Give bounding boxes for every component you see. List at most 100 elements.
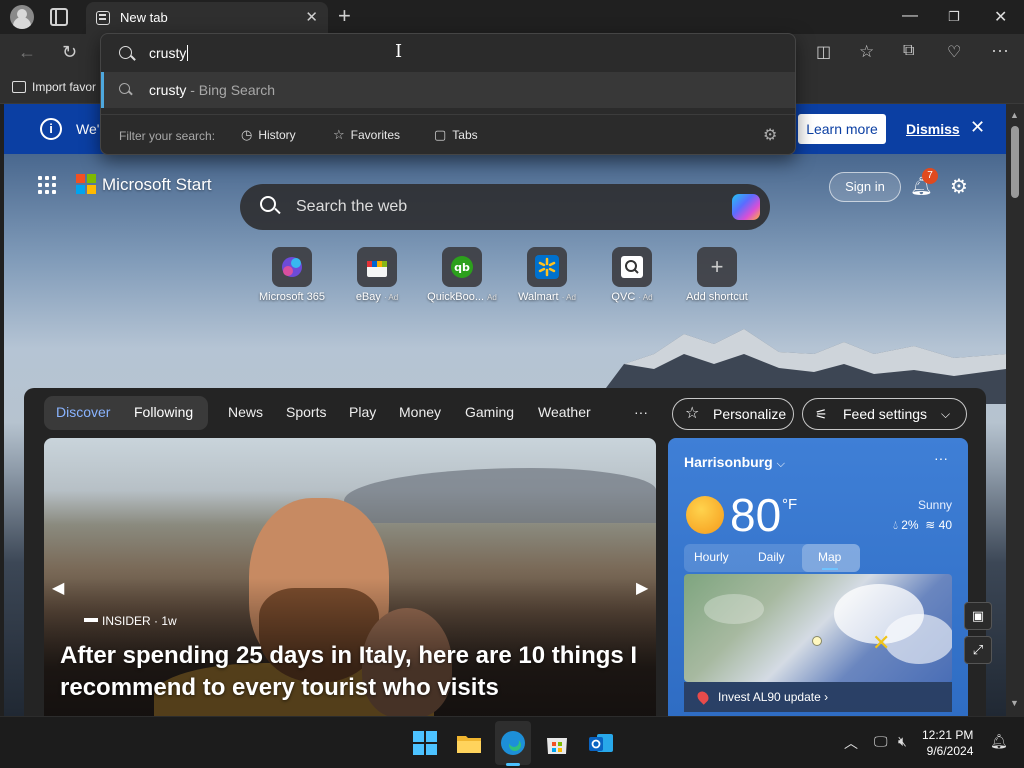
shortcut-qvc[interactable]: QVC · Ad <box>592 247 672 303</box>
article-title[interactable]: After spending 25 days in Italy, here ar… <box>60 640 640 704</box>
sign-in-button[interactable]: Sign in <box>829 172 901 202</box>
weather-location[interactable]: Harrisonburg ⌵ <box>684 454 785 471</box>
show-hidden-icons-chevron-icon[interactable]: ︿ <box>844 733 858 753</box>
chevron-right-icon: › <box>824 690 829 704</box>
web-search-box[interactable]: Search the web <box>240 184 770 230</box>
nav-money[interactable]: Money <box>399 404 441 420</box>
split-screen-icon[interactable]: ◫ <box>816 42 831 62</box>
tab-map[interactable]: Map <box>818 550 841 564</box>
page-settings-gear-icon[interactable]: ⚙ <box>950 174 968 199</box>
filter-tabs-label: Tabs <box>452 128 478 142</box>
import-favorites-label: Import favor <box>32 80 97 94</box>
shortcut-quickbooks[interactable]: qb QuickBoo... Ad <box>422 247 502 303</box>
tab-daily[interactable]: Daily <box>758 550 785 564</box>
shortcut-label: Add shortcut <box>686 291 748 303</box>
hero-article-card[interactable]: ◀ ▶ INSIDER · 1w After spending 25 days … <box>44 438 656 716</box>
close-icon[interactable]: ✕ <box>970 117 985 138</box>
shortcut-microsoft-365[interactable]: Microsoft 365 <box>252 247 332 303</box>
weather-radar-map[interactable]: ✕ <box>684 574 952 682</box>
import-icon <box>12 81 26 93</box>
notification-center-bell-icon[interactable]: 🔔︎ <box>990 733 1008 750</box>
scroll-up-icon[interactable]: ▲ <box>1010 110 1019 120</box>
new-tab-page: i We' Learn more Dismiss ✕ Microsoft Sta… <box>4 104 1006 716</box>
back-arrow-icon[interactable]: ← <box>18 42 36 63</box>
new-tab-button[interactable]: + <box>338 3 351 29</box>
nav-sports[interactable]: Sports <box>286 404 326 420</box>
favorites-icon[interactable]: ☆ <box>859 42 874 62</box>
tab-actions-icon[interactable] <box>50 8 68 26</box>
search-icon <box>260 196 276 212</box>
settings-more-icon[interactable]: ··· <box>991 40 1009 61</box>
weather-condition: Sunny <box>917 498 952 512</box>
app-launcher-icon[interactable] <box>38 176 56 194</box>
page-scrollbar[interactable]: ▲ ▼ <box>1006 104 1024 716</box>
profile-avatar[interactable] <box>10 5 34 29</box>
collections-icon[interactable]: ⧉ <box>903 42 914 60</box>
personalize-button[interactable]: ☆ Personalize <box>672 398 794 430</box>
expand-icon[interactable]: ⤢ <box>964 636 992 664</box>
search-filter-row: Filter your search: ◷ History ☆ Favorites … <box>101 114 795 154</box>
minimize-button[interactable]: — <box>902 7 918 25</box>
svg-text:qb: qb <box>454 261 470 274</box>
carousel-next-icon[interactable]: ▶ <box>636 578 648 598</box>
nav-weather[interactable]: Weather <box>538 404 591 420</box>
brand-title[interactable]: Microsoft Start <box>102 175 212 195</box>
microsoft-store-icon[interactable] <box>543 729 571 757</box>
filter-tabs[interactable]: ▢ Tabs <box>434 127 478 143</box>
close-window-button[interactable]: ✕ <box>994 7 1007 27</box>
scroll-thumb[interactable] <box>1011 126 1019 198</box>
address-bar[interactable]: crusty I <box>101 34 795 72</box>
tab-close-icon[interactable]: ✕ <box>305 8 318 26</box>
tab-following[interactable]: Following <box>134 404 193 420</box>
article-source: INSIDER · 1w <box>84 614 177 628</box>
edge-browser-icon[interactable] <box>499 729 527 757</box>
scroll-down-icon[interactable]: ▼ <box>1010 698 1019 708</box>
storm-alert-link[interactable]: Invest AL90 update › <box>684 682 952 712</box>
more-options-icon[interactable]: ··· <box>934 450 948 466</box>
search-settings-gear-icon[interactable]: ⚙ <box>763 125 777 145</box>
nav-gaming[interactable]: Gaming <box>465 404 514 420</box>
walmart-icon <box>527 247 567 287</box>
outlook-icon[interactable] <box>587 729 615 757</box>
quickbooks-icon: qb <box>442 247 482 287</box>
learn-more-button[interactable]: Learn more <box>798 114 886 144</box>
plus-icon: + <box>697 247 737 287</box>
search-placeholder: Search the web <box>296 198 408 215</box>
filter-favorites[interactable]: ☆ Favorites <box>333 127 400 143</box>
copilot-icon[interactable] <box>732 194 760 220</box>
windows-start-icon[interactable] <box>411 729 439 757</box>
system-clock[interactable]: 12:21 PM 9/6/2024 <box>922 727 973 759</box>
tab-hourly[interactable]: Hourly <box>694 550 729 564</box>
nav-news[interactable]: News <box>228 404 263 420</box>
shortcut-walmart[interactable]: Walmart · Ad <box>507 247 587 303</box>
dismiss-link[interactable]: Dismiss <box>906 121 960 137</box>
tab-title: New tab <box>120 10 168 25</box>
filter-history[interactable]: ◷ History <box>241 127 296 143</box>
search-suggestion[interactable]: crusty - Bing Search <box>101 72 795 108</box>
tab-new-tab[interactable]: New tab ✕ <box>86 2 328 34</box>
carousel-prev-icon[interactable]: ◀ <box>52 578 64 598</box>
file-explorer-icon[interactable] <box>455 729 483 757</box>
add-shortcut-button[interactable]: + Add shortcut <box>677 247 757 303</box>
feed-settings-button[interactable]: ⚟ Feed settings ⌵ <box>802 398 967 430</box>
location-dot <box>812 636 822 646</box>
background-image-icon[interactable]: ▣ <box>964 602 992 630</box>
browser-essentials-icon[interactable]: ♡ <box>947 42 961 62</box>
title-bar: New tab ✕ + — ❐ ✕ <box>0 0 1024 34</box>
ad-label: · Ad <box>638 293 653 302</box>
insider-logo <box>84 618 98 622</box>
import-favorites-link[interactable]: Import favor <box>12 80 96 94</box>
refresh-icon[interactable]: ↻ <box>62 42 77 63</box>
selection-indicator <box>101 72 104 108</box>
microsoft-logo <box>76 174 96 194</box>
volume-muted-icon[interactable]: 🔇︎ <box>898 733 907 750</box>
shortcut-ebay[interactable]: eBay · Ad <box>337 247 417 303</box>
restore-button[interactable]: ❐ <box>948 9 960 25</box>
address-input[interactable]: crusty <box>149 45 189 61</box>
tab-discover[interactable]: Discover <box>56 404 110 420</box>
temperature-unit[interactable]: °F <box>782 496 797 513</box>
more-nav-icon[interactable]: ··· <box>634 404 648 420</box>
nav-play[interactable]: Play <box>349 404 376 420</box>
weather-city: Harrisonburg <box>684 454 773 470</box>
network-icon[interactable]: 🖵︎ <box>874 733 888 750</box>
